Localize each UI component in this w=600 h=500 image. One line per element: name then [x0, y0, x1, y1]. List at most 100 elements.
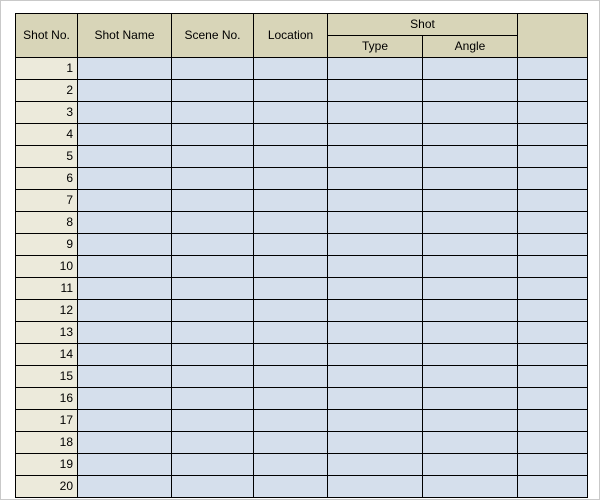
cell-name[interactable]	[78, 454, 172, 476]
cell-location[interactable]	[254, 168, 328, 190]
cell-extra[interactable]	[518, 454, 588, 476]
cell-location[interactable]	[254, 322, 328, 344]
cell-scene[interactable]	[172, 366, 254, 388]
cell-scene[interactable]	[172, 476, 254, 498]
cell-type[interactable]	[328, 190, 423, 212]
cell-type[interactable]	[328, 102, 423, 124]
cell-angle[interactable]	[423, 146, 518, 168]
cell-extra[interactable]	[518, 146, 588, 168]
cell-name[interactable]	[78, 344, 172, 366]
cell-angle[interactable]	[423, 256, 518, 278]
cell-name[interactable]	[78, 168, 172, 190]
cell-type[interactable]	[328, 146, 423, 168]
cell-name[interactable]	[78, 366, 172, 388]
cell-location[interactable]	[254, 278, 328, 300]
cell-scene[interactable]	[172, 278, 254, 300]
cell-angle[interactable]	[423, 102, 518, 124]
cell-extra[interactable]	[518, 278, 588, 300]
cell-angle[interactable]	[423, 476, 518, 498]
cell-type[interactable]	[328, 58, 423, 80]
cell-angle[interactable]	[423, 410, 518, 432]
cell-location[interactable]	[254, 58, 328, 80]
cell-type[interactable]	[328, 410, 423, 432]
cell-scene[interactable]	[172, 300, 254, 322]
cell-angle[interactable]	[423, 58, 518, 80]
cell-scene[interactable]	[172, 234, 254, 256]
cell-location[interactable]	[254, 476, 328, 498]
cell-name[interactable]	[78, 410, 172, 432]
cell-extra[interactable]	[518, 124, 588, 146]
cell-scene[interactable]	[172, 146, 254, 168]
cell-angle[interactable]	[423, 300, 518, 322]
cell-scene[interactable]	[172, 124, 254, 146]
cell-scene[interactable]	[172, 256, 254, 278]
cell-angle[interactable]	[423, 190, 518, 212]
cell-extra[interactable]	[518, 410, 588, 432]
cell-location[interactable]	[254, 190, 328, 212]
cell-type[interactable]	[328, 432, 423, 454]
cell-scene[interactable]	[172, 410, 254, 432]
cell-scene[interactable]	[172, 212, 254, 234]
cell-location[interactable]	[254, 410, 328, 432]
cell-location[interactable]	[254, 388, 328, 410]
cell-name[interactable]	[78, 476, 172, 498]
cell-extra[interactable]	[518, 234, 588, 256]
cell-extra[interactable]	[518, 300, 588, 322]
cell-name[interactable]	[78, 80, 172, 102]
cell-type[interactable]	[328, 212, 423, 234]
cell-type[interactable]	[328, 80, 423, 102]
cell-scene[interactable]	[172, 80, 254, 102]
cell-name[interactable]	[78, 300, 172, 322]
cell-type[interactable]	[328, 476, 423, 498]
cell-angle[interactable]	[423, 124, 518, 146]
cell-type[interactable]	[328, 124, 423, 146]
cell-name[interactable]	[78, 124, 172, 146]
cell-type[interactable]	[328, 322, 423, 344]
cell-location[interactable]	[254, 234, 328, 256]
cell-angle[interactable]	[423, 344, 518, 366]
cell-name[interactable]	[78, 432, 172, 454]
cell-type[interactable]	[328, 344, 423, 366]
cell-angle[interactable]	[423, 80, 518, 102]
cell-location[interactable]	[254, 124, 328, 146]
cell-type[interactable]	[328, 168, 423, 190]
cell-location[interactable]	[254, 102, 328, 124]
cell-type[interactable]	[328, 278, 423, 300]
cell-type[interactable]	[328, 454, 423, 476]
cell-name[interactable]	[78, 322, 172, 344]
cell-angle[interactable]	[423, 322, 518, 344]
cell-extra[interactable]	[518, 432, 588, 454]
cell-location[interactable]	[254, 212, 328, 234]
cell-type[interactable]	[328, 256, 423, 278]
cell-angle[interactable]	[423, 388, 518, 410]
cell-scene[interactable]	[172, 190, 254, 212]
cell-scene[interactable]	[172, 168, 254, 190]
cell-extra[interactable]	[518, 80, 588, 102]
cell-extra[interactable]	[518, 476, 588, 498]
cell-name[interactable]	[78, 388, 172, 410]
cell-name[interactable]	[78, 278, 172, 300]
cell-extra[interactable]	[518, 212, 588, 234]
cell-location[interactable]	[254, 146, 328, 168]
cell-name[interactable]	[78, 212, 172, 234]
cell-extra[interactable]	[518, 256, 588, 278]
cell-name[interactable]	[78, 190, 172, 212]
cell-location[interactable]	[254, 366, 328, 388]
cell-extra[interactable]	[518, 190, 588, 212]
cell-angle[interactable]	[423, 278, 518, 300]
cell-scene[interactable]	[172, 322, 254, 344]
cell-name[interactable]	[78, 256, 172, 278]
cell-extra[interactable]	[518, 102, 588, 124]
cell-location[interactable]	[254, 256, 328, 278]
cell-scene[interactable]	[172, 102, 254, 124]
cell-angle[interactable]	[423, 234, 518, 256]
cell-type[interactable]	[328, 300, 423, 322]
cell-location[interactable]	[254, 80, 328, 102]
cell-type[interactable]	[328, 388, 423, 410]
cell-angle[interactable]	[423, 212, 518, 234]
cell-extra[interactable]	[518, 322, 588, 344]
cell-location[interactable]	[254, 300, 328, 322]
cell-extra[interactable]	[518, 58, 588, 80]
cell-extra[interactable]	[518, 344, 588, 366]
cell-extra[interactable]	[518, 388, 588, 410]
